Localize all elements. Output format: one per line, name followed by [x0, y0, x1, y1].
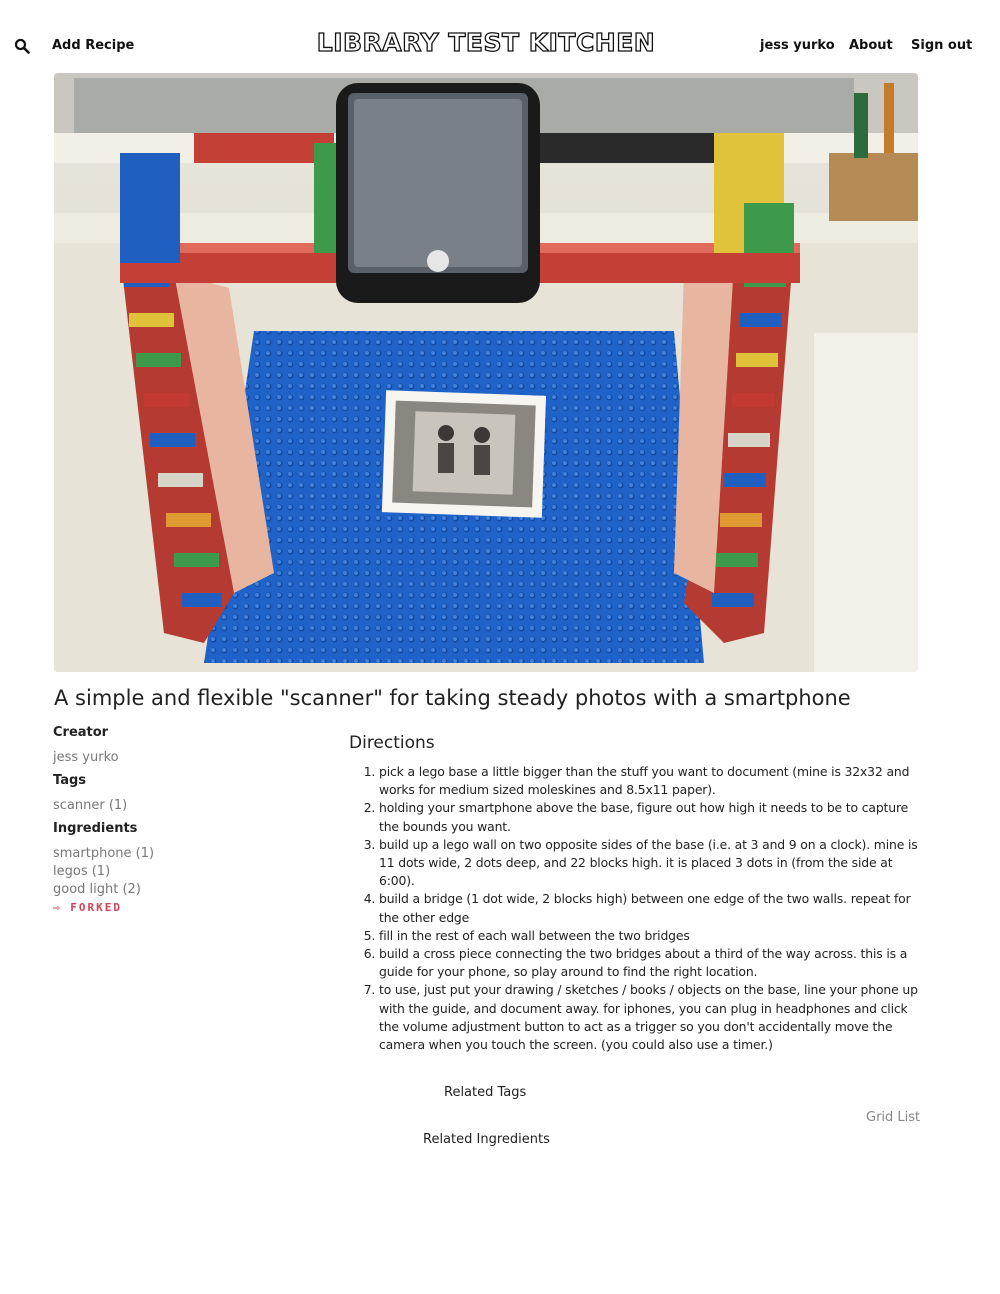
site-logo[interactable]: LIBRARY TEST KITCHEN [295, 27, 677, 58]
ingredient-link[interactable]: good light (2) [53, 881, 313, 899]
ingredient-link[interactable]: smartphone (1) [53, 845, 313, 863]
creator-heading: Creator [53, 725, 109, 740]
site-header: Add Recipe LIBRARY TEST KITCHEN jess yur… [0, 0, 1000, 72]
direction-step: build a bridge (1 dot wide, 2 blocks hig… [379, 890, 919, 926]
direction-step: build a cross piece connecting the two b… [379, 945, 919, 981]
directions-list: pick a lego base a little bigger than th… [349, 763, 919, 1054]
nav-sign-out-link[interactable]: Sign out [911, 38, 972, 53]
nav-user-link[interactable]: jess yurko [760, 38, 835, 53]
ingredients-heading: Ingredients [53, 821, 138, 836]
lego-scanner-photo [54, 73, 918, 672]
add-recipe-link[interactable]: Add Recipe [52, 38, 134, 53]
related-ingredients-heading: Related Ingredients [423, 1132, 550, 1147]
nav-about-link[interactable]: About [849, 38, 893, 53]
search-icon[interactable] [14, 38, 30, 54]
forked-badge[interactable]: ⇨ FORKED [53, 900, 313, 916]
tag-link[interactable]: scanner (1) [53, 797, 313, 815]
recipe-meta: Creator jess yurko Tags scanner (1) Ingr… [53, 725, 313, 916]
direction-step: pick a lego base a little bigger than th… [379, 763, 919, 799]
direction-step: holding your smartphone above the base, … [379, 799, 919, 835]
direction-step: build up a lego wall on two opposite sid… [379, 836, 919, 891]
related-tags-heading: Related Tags [444, 1085, 527, 1100]
recipe-photo [54, 73, 918, 672]
recipe-title: A simple and flexible "scanner" for taki… [54, 686, 851, 710]
grid-list-toggle[interactable]: Grid List [866, 1110, 920, 1125]
tags-heading: Tags [53, 773, 87, 788]
ingredient-link[interactable]: legos (1) [53, 863, 313, 881]
direction-step: fill in the rest of each wall between th… [379, 927, 919, 945]
directions-section: Directions pick a lego base a little big… [349, 733, 919, 1054]
direction-step: to use, just put your drawing / sketches… [379, 981, 919, 1054]
creator-link[interactable]: jess yurko [53, 749, 313, 767]
directions-heading: Directions [349, 733, 435, 753]
